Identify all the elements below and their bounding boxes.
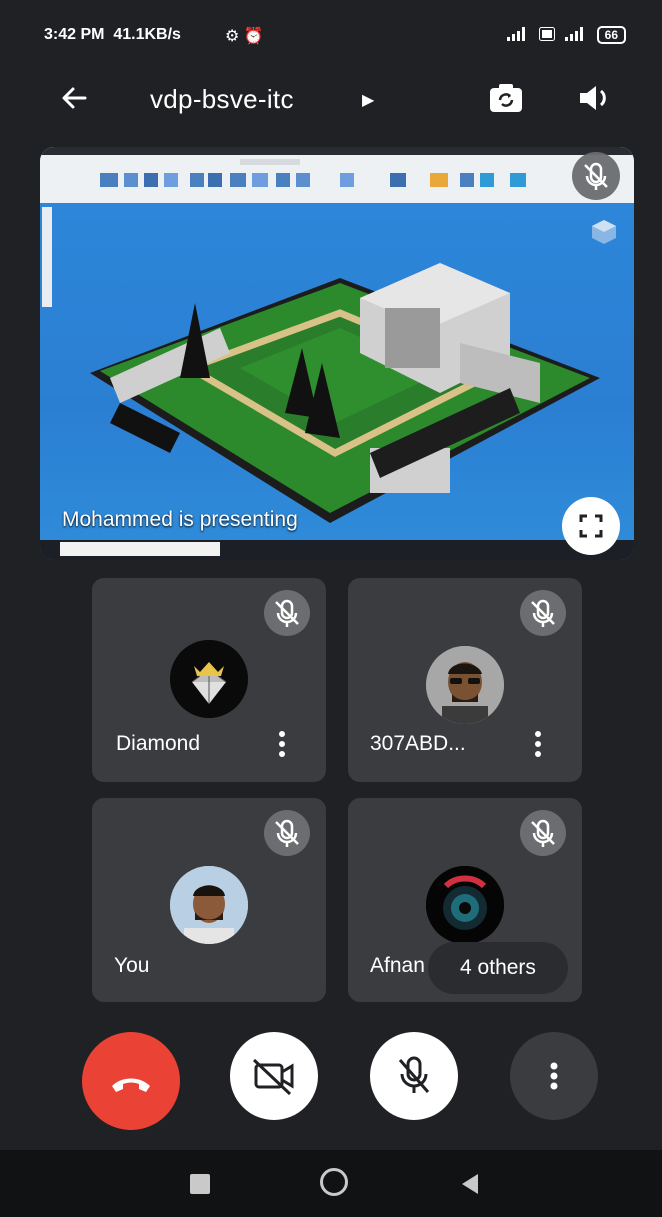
end-call-icon <box>112 1078 150 1092</box>
mic-off-icon <box>264 810 310 856</box>
more-vert-icon <box>550 1062 558 1090</box>
participant-tile[interactable]: Diamond <box>92 578 326 782</box>
end-call-button[interactable] <box>82 1032 180 1130</box>
fullscreen-icon <box>579 514 603 538</box>
status-time-speed: 3:42 PM 41.1KB/s <box>44 26 181 44</box>
caret-right-icon[interactable]: ▶ <box>362 90 374 110</box>
fullscreen-button[interactable] <box>562 497 620 555</box>
presenting-label: Mohammed is presenting <box>62 508 298 531</box>
shared-screen-ribbon <box>40 147 634 203</box>
status-notification-icons: ⚙ ⏰ <box>225 26 264 46</box>
back-triangle-icon[interactable] <box>458 1172 482 1196</box>
viewport-side-panel <box>42 207 52 307</box>
status-network-speed: 41.1KB/s <box>113 26 181 43</box>
avatar <box>170 866 248 944</box>
avatar <box>426 646 504 724</box>
recents-square-icon[interactable] <box>190 1174 210 1194</box>
camera-off-icon <box>252 1058 294 1096</box>
switch-camera-icon[interactable] <box>486 78 526 118</box>
presentation-view[interactable] <box>40 147 634 560</box>
signal-icon <box>506 26 529 44</box>
more-vert-icon[interactable] <box>275 728 289 760</box>
others-count: 4 others <box>460 956 536 979</box>
taskbar-search-box <box>60 542 220 556</box>
settings-icon: ⚙ <box>225 28 240 45</box>
mic-off-icon <box>520 590 566 636</box>
home-circle-icon[interactable] <box>320 1168 348 1196</box>
toolbar-icons <box>100 159 526 187</box>
meeting-header: vdp-bsve-itc ▶ <box>0 70 662 132</box>
participant-name: Diamond <box>116 732 201 755</box>
mic-off-icon <box>520 810 566 856</box>
mic-toggle-button[interactable] <box>370 1032 458 1120</box>
battery-icon: 66 <box>596 26 626 44</box>
meeting-title[interactable]: vdp-bsve-itc <box>150 84 294 115</box>
status-time: 3:42 PM <box>44 26 105 43</box>
speaker-icon[interactable] <box>574 78 614 118</box>
back-arrow-icon[interactable] <box>55 78 95 118</box>
participant-name: You <box>114 954 150 977</box>
shared-screen-titlebar <box>40 147 634 155</box>
participant-name: Afnan <box>370 954 425 977</box>
signal-2-icon <box>564 26 587 44</box>
others-pill[interactable]: 4 others <box>428 942 568 994</box>
cad-viewport <box>40 203 634 543</box>
avatar <box>170 640 248 718</box>
participant-name: 307ABD... <box>370 732 466 755</box>
camera-toggle-button[interactable] <box>230 1032 318 1120</box>
participant-tile[interactable]: 307ABD... <box>348 578 582 782</box>
status-bar: 3:42 PM 41.1KB/s ⚙ ⏰ 66 <box>0 0 662 70</box>
building-model-image <box>90 263 600 523</box>
presenter-mic-off-icon <box>572 152 620 200</box>
more-vert-icon[interactable] <box>531 728 545 760</box>
status-right-icons: 66 <box>506 26 626 44</box>
mic-off-icon <box>264 590 310 636</box>
avatar <box>426 866 504 944</box>
volte-icon <box>538 26 555 44</box>
more-options-button[interactable] <box>510 1032 598 1120</box>
view-cube-icon <box>590 218 618 246</box>
mic-off-icon <box>398 1056 430 1093</box>
alarm-icon: ⏰ <box>243 28 264 45</box>
participant-tile-self[interactable]: You <box>92 798 326 1002</box>
